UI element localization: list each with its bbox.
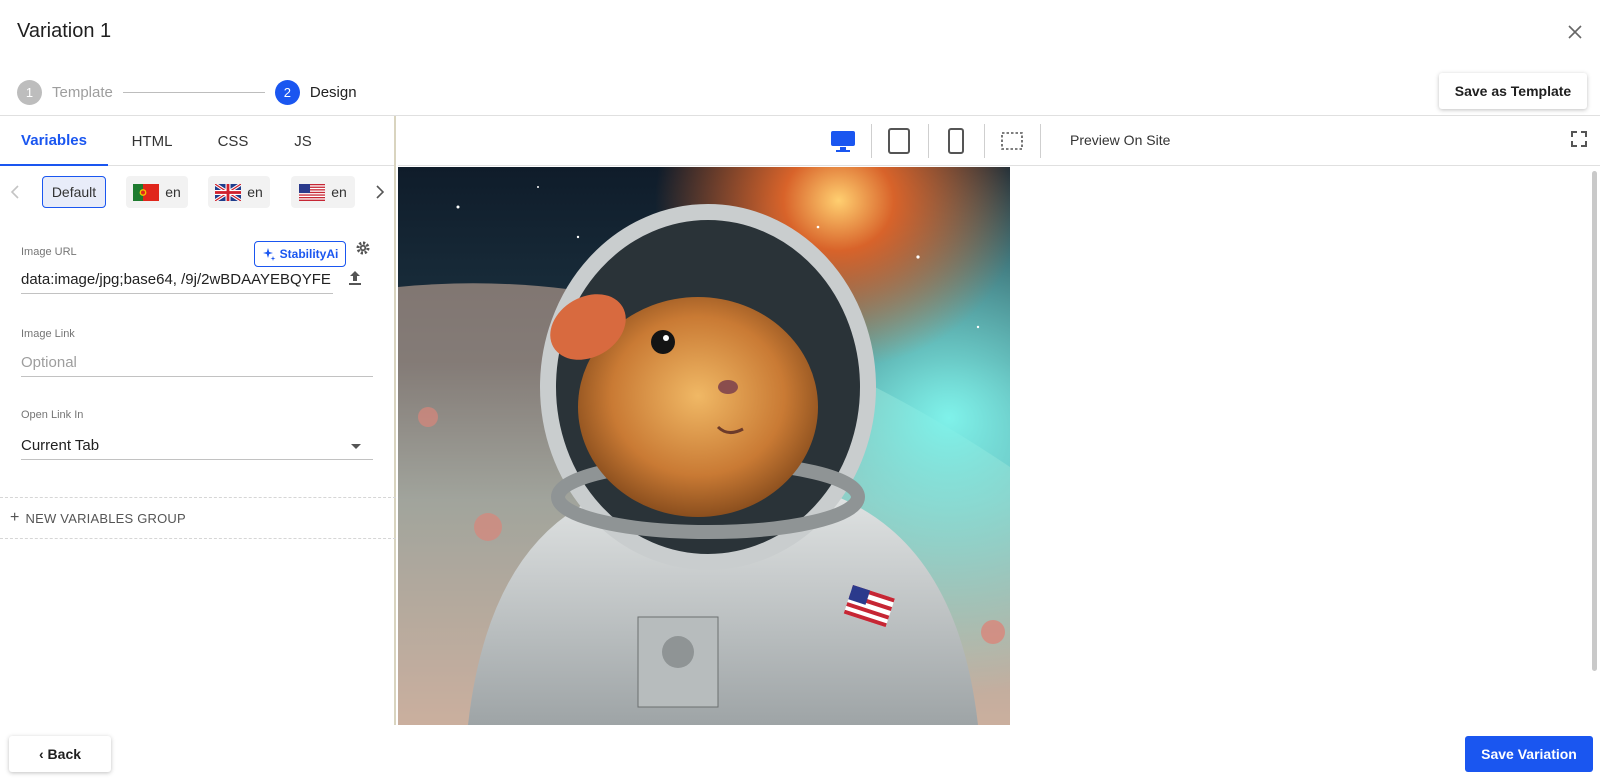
back-button[interactable]: ‹ Back (9, 736, 111, 772)
open-link-in-label: Open Link In (21, 409, 84, 421)
preview-toolbar: Preview On Site (398, 116, 1600, 166)
language-uk[interactable]: en (208, 176, 270, 208)
tab-variables[interactable]: Variables (0, 116, 108, 166)
mobile-icon (948, 128, 964, 154)
language-pt[interactable]: en (126, 176, 188, 208)
variables-panel: Variables HTML CSS JS Default en en en I… (0, 116, 396, 725)
stability-ai-label: StabilityAi (279, 247, 339, 261)
image-link-input[interactable] (21, 349, 373, 377)
editor-tabs: Variables HTML CSS JS (0, 116, 394, 166)
desktop-icon (831, 131, 855, 152)
close-icon[interactable] (1566, 23, 1584, 41)
tab-css[interactable]: CSS (196, 116, 270, 166)
portugal-flag-icon (133, 183, 160, 201)
stability-ai-button[interactable]: StabilityAi (254, 241, 346, 267)
fullscreen-icon[interactable] (1570, 130, 1588, 148)
back-label: Back (47, 746, 82, 762)
gear-icon[interactable] (355, 240, 371, 256)
open-link-in-select[interactable]: Current Tab (21, 432, 373, 460)
save-variation-button[interactable]: Save Variation (1465, 736, 1593, 772)
dialog-title: Variation 1 (17, 20, 112, 42)
toolbar-divider (984, 124, 985, 158)
plus-icon: + (10, 509, 20, 526)
toolbar-divider (1040, 124, 1041, 158)
image-url-input[interactable] (21, 266, 333, 294)
chevron-left-icon: ‹ (38, 746, 48, 762)
dashed-selection-icon (1001, 132, 1023, 150)
tab-html[interactable]: HTML (108, 116, 196, 166)
toolbar-divider (928, 124, 929, 158)
step-1-number[interactable]: 1 (17, 80, 42, 105)
language-label: Default (51, 184, 97, 200)
image-url-label: Image URL (21, 246, 77, 258)
step-1-label[interactable]: Template (52, 84, 113, 101)
preview-canvas (398, 167, 1600, 725)
language-label: en (247, 184, 263, 200)
chevron-left-icon[interactable] (7, 182, 23, 202)
desktop-view-button[interactable] (828, 126, 858, 156)
preview-scrollbar[interactable] (1592, 171, 1597, 671)
toolbar-divider (871, 124, 872, 158)
preview-image (398, 167, 1010, 725)
step-2-label[interactable]: Design (310, 84, 357, 101)
chevron-down-icon (351, 444, 361, 449)
open-link-in-value: Current Tab (21, 437, 100, 454)
chevron-right-icon[interactable] (372, 182, 388, 202)
dialog-header: Variation 1 1 Template 2 Design Save as … (0, 0, 1600, 116)
uk-flag-icon (215, 183, 242, 201)
us-flag-icon (299, 183, 326, 201)
upload-icon[interactable] (347, 269, 363, 287)
language-label: en (331, 184, 347, 200)
step-2-number[interactable]: 2 (274, 80, 300, 105)
tablet-icon (888, 128, 910, 154)
mobile-view-button[interactable] (941, 126, 971, 156)
new-variables-group-button[interactable]: + NEW VARIABLES GROUP (0, 497, 396, 539)
preview-on-site-link[interactable]: Preview On Site (1070, 132, 1170, 148)
stepper: 1 Template 2 Design (17, 80, 357, 105)
save-as-template-button[interactable]: Save as Template (1439, 73, 1587, 109)
language-us[interactable]: en (291, 176, 355, 208)
sparkle-icon (262, 248, 276, 261)
tablet-view-button[interactable] (884, 126, 914, 156)
language-default[interactable]: Default (42, 176, 106, 208)
language-label: en (165, 184, 181, 200)
new-variables-group-label: NEW VARIABLES GROUP (25, 510, 186, 526)
tab-js[interactable]: JS (270, 116, 336, 166)
image-link-label: Image Link (21, 328, 75, 340)
language-selector: Default en en en (0, 176, 396, 210)
step-connector (122, 92, 265, 93)
selection-mode-button[interactable] (997, 126, 1027, 156)
